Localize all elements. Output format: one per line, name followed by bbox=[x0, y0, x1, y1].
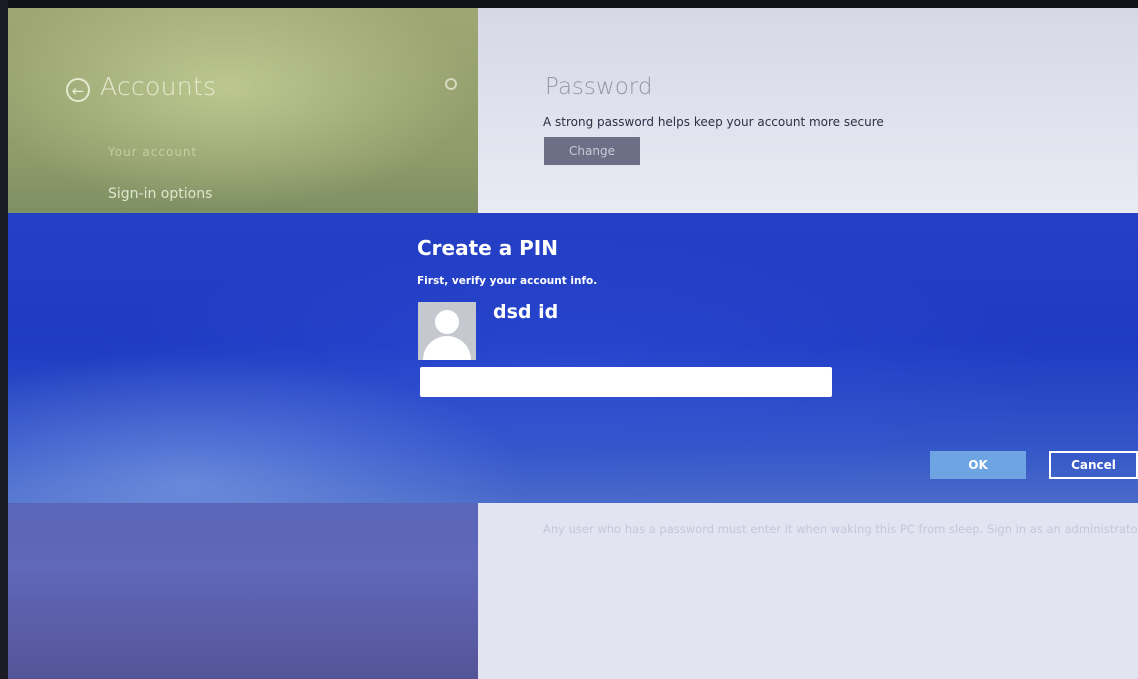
password-section: Password A strong password helps keep yo… bbox=[478, 8, 1138, 213]
pane-glow bbox=[8, 8, 478, 208]
ok-button[interactable]: OK bbox=[930, 451, 1026, 479]
monitor-bezel-left bbox=[0, 0, 8, 679]
nav-item-your-account[interactable]: Your account bbox=[108, 145, 197, 159]
pane-vignette bbox=[8, 568, 478, 679]
dialog-subtitle: First, verify your account info. bbox=[417, 275, 598, 287]
create-pin-dialog: Create a PIN First, verify your account … bbox=[8, 213, 1138, 503]
avatar-head bbox=[435, 310, 459, 334]
password-input[interactable] bbox=[420, 367, 832, 397]
avatar-body bbox=[423, 336, 471, 360]
password-heading: Password bbox=[545, 74, 653, 100]
change-password-button[interactable]: Change bbox=[544, 137, 640, 165]
screen: ← Accounts Your account Sign-in options … bbox=[8, 8, 1138, 679]
password-description: A strong password helps keep your accoun… bbox=[543, 115, 884, 129]
monitor-bezel-top bbox=[0, 0, 1138, 8]
user-name: dsd id bbox=[493, 301, 559, 323]
search-icon[interactable] bbox=[445, 78, 457, 90]
dialog-title: Create a PIN bbox=[417, 236, 558, 260]
back-arrow-icon[interactable]: ← bbox=[66, 78, 90, 102]
nav-item-sign-in-options[interactable]: Sign-in options bbox=[108, 186, 212, 202]
accounts-title: Accounts bbox=[100, 72, 217, 101]
password-sleep-note: Any user who has a password must enter i… bbox=[543, 522, 1138, 536]
cancel-button[interactable]: Cancel bbox=[1049, 451, 1138, 479]
user-avatar-icon bbox=[418, 302, 476, 360]
